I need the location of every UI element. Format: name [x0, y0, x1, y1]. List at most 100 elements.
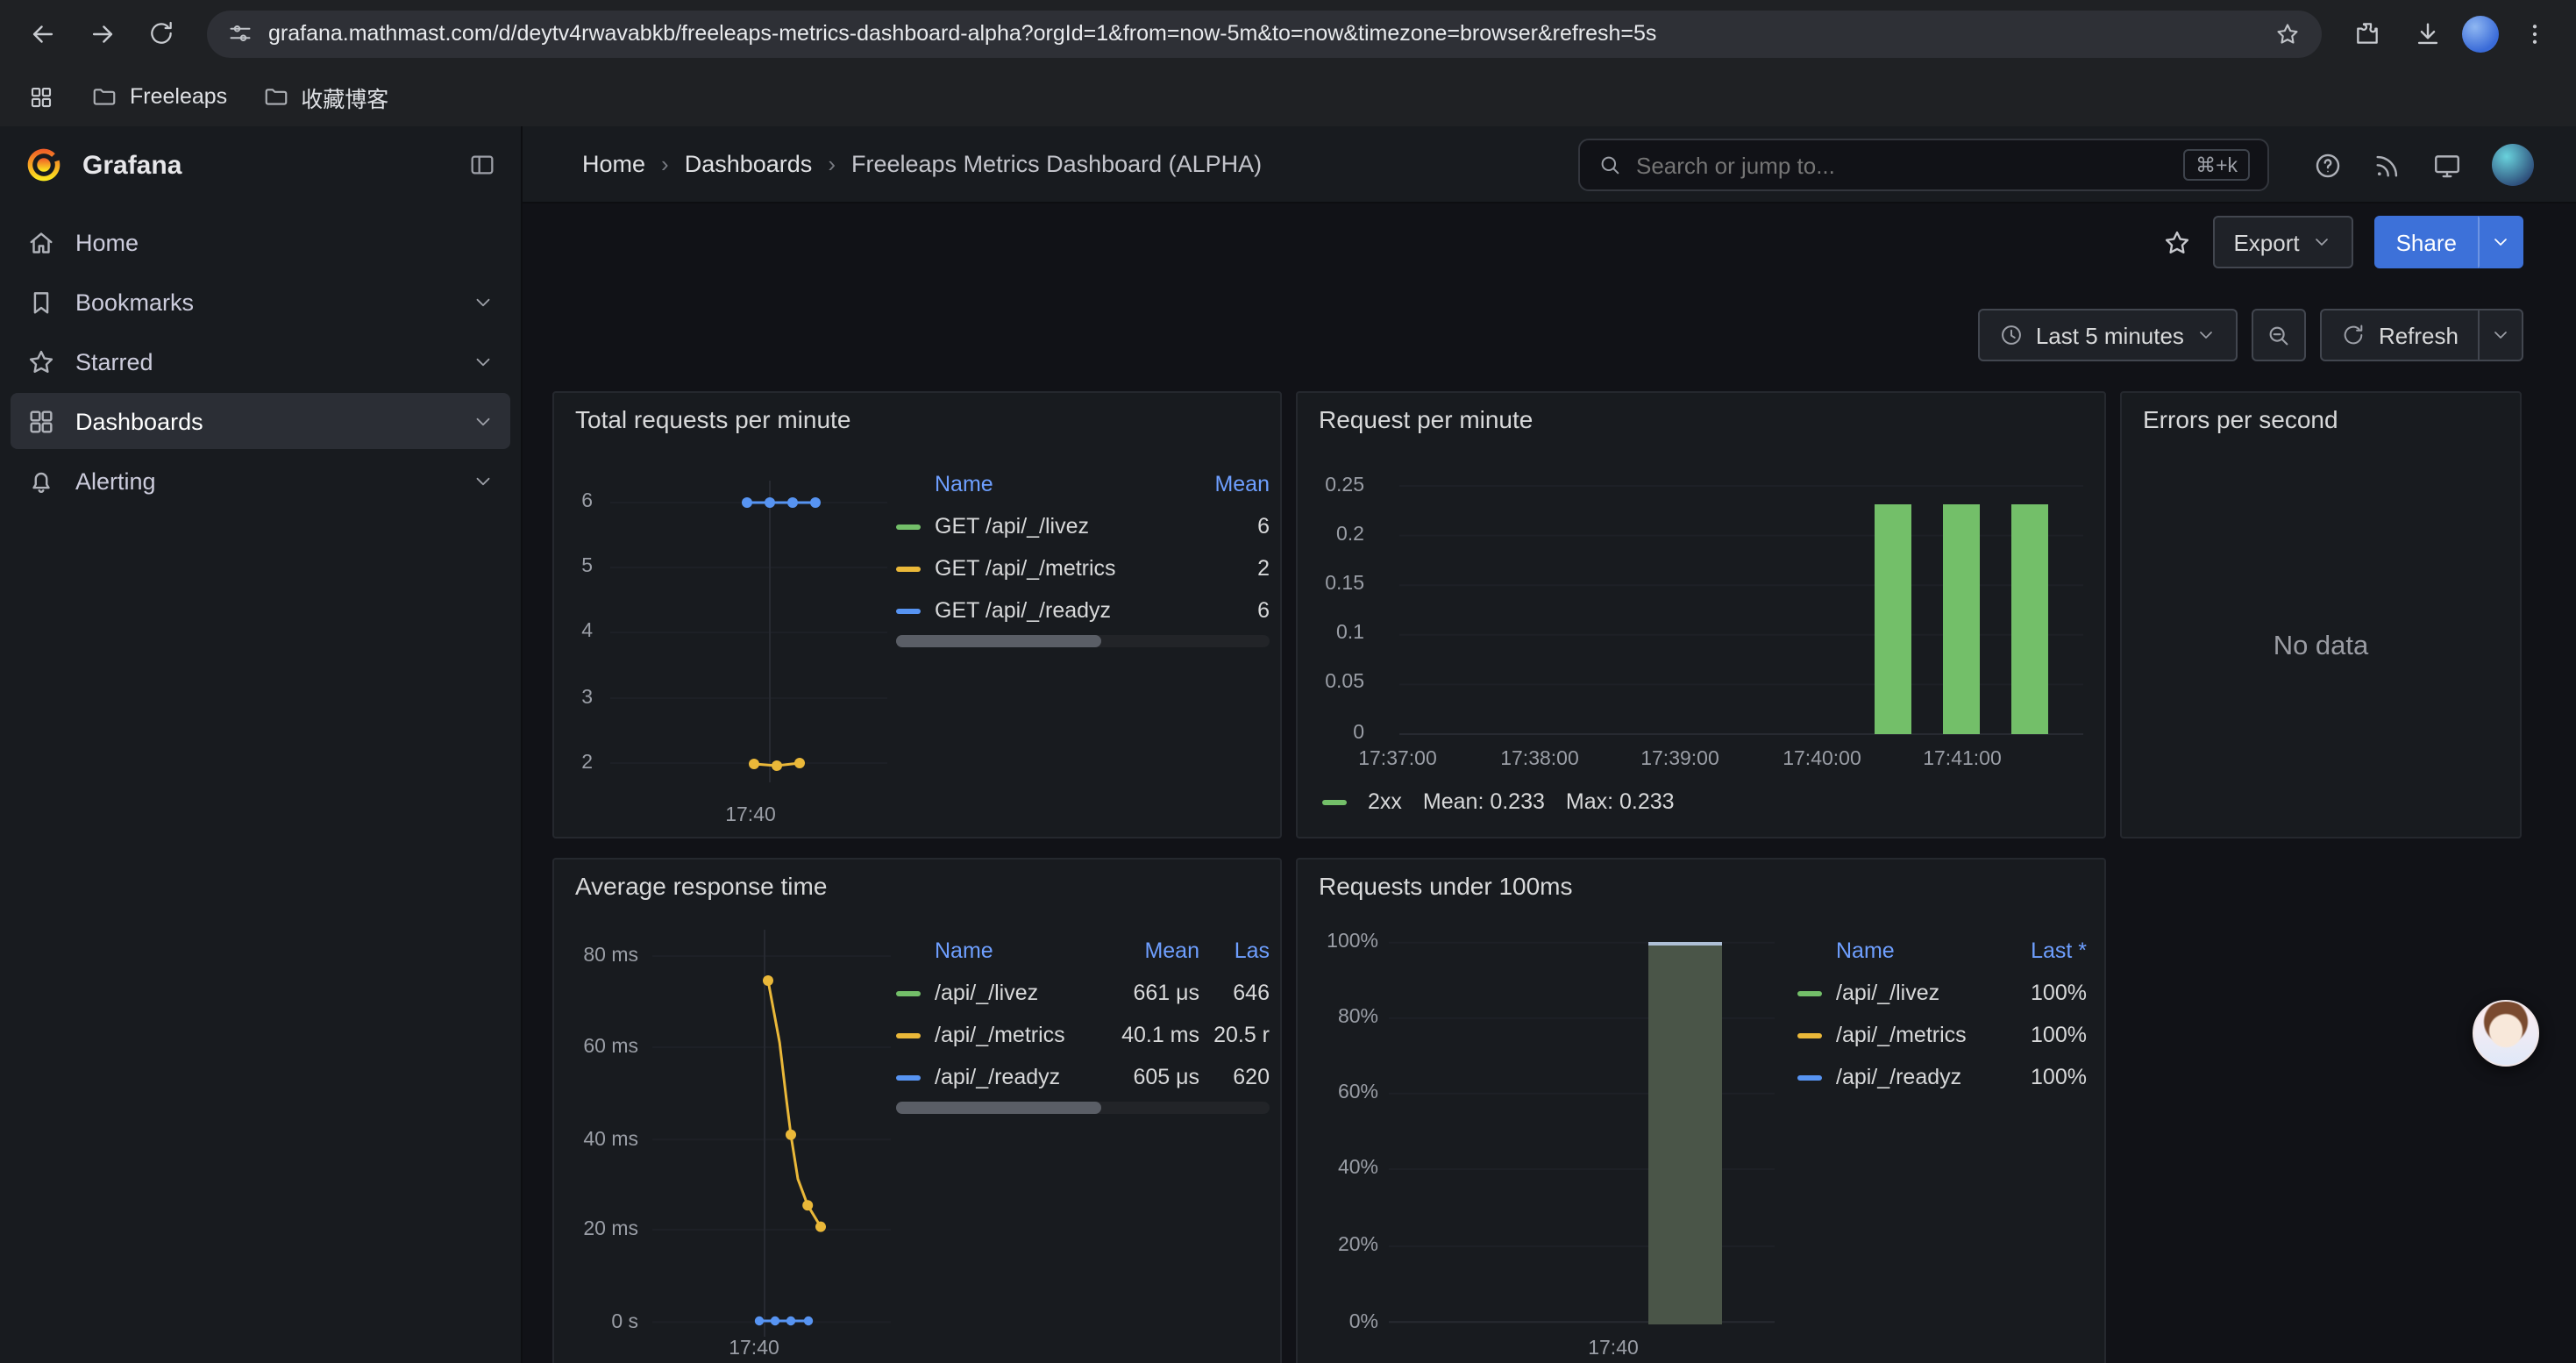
zoom-out-button[interactable] — [2252, 309, 2307, 361]
monitor-icon[interactable] — [2432, 150, 2462, 180]
series-name[interactable]: GET /api/_/livez — [935, 514, 1178, 539]
x-tick: 17:40 — [1561, 1335, 1666, 1363]
panel-title[interactable]: Average response time — [575, 872, 827, 900]
series-color-dash — [896, 566, 921, 571]
sidebar-toggle-icon[interactable] — [468, 151, 496, 179]
search-shortcut-badge: ⌘+k — [2183, 149, 2250, 181]
sidebar-item-alerting[interactable]: Alerting — [11, 453, 510, 509]
series-name[interactable]: GET /api/_/metrics — [935, 556, 1178, 581]
y-tick: 0.05 — [1305, 668, 1364, 696]
site-info-icon[interactable] — [228, 21, 253, 46]
grafana-header: Home › Dashboards › Freeleaps Metrics Da… — [523, 126, 2576, 203]
series-name[interactable]: 2xx — [1368, 789, 1402, 814]
legend-col-name[interactable]: Name — [896, 938, 1108, 963]
extensions-icon[interactable] — [2343, 9, 2392, 58]
assistant-avatar[interactable] — [2473, 1000, 2539, 1067]
y-tick: 20% — [1308, 1231, 1378, 1260]
apps-grid-icon[interactable] — [25, 72, 56, 121]
downloads-icon[interactable] — [2402, 9, 2451, 58]
y-tick: 40% — [1308, 1154, 1378, 1182]
legend-scrollbar[interactable] — [896, 1102, 1270, 1114]
bookmark-folder-blogs[interactable]: 收藏博客 — [262, 80, 388, 113]
scrollbar-thumb[interactable] — [896, 635, 1101, 647]
series-name[interactable]: /api/_/livez — [935, 981, 1108, 1005]
refresh-button[interactable]: Refresh — [2321, 309, 2480, 361]
legend-row: /api/_/readyz 605 μs 620 — [896, 1056, 1270, 1098]
legend-header: Name Mean Las — [896, 930, 1270, 972]
legend-col-last[interactable]: Las — [1199, 938, 1270, 963]
legend-col-last[interactable]: Last * — [1996, 938, 2087, 963]
share-button[interactable]: Share — [2375, 216, 2478, 268]
browser-profile-avatar[interactable] — [2462, 15, 2499, 52]
series-name[interactable]: GET /api/_/readyz — [935, 598, 1178, 623]
y-tick: 100% — [1308, 928, 1378, 956]
screen: Freeleaps 收藏博客 — [0, 0, 2576, 1363]
series-last: 646 — [1199, 981, 1270, 1005]
help-icon[interactable] — [2313, 150, 2343, 180]
y-tick: 0.15 — [1305, 570, 1364, 598]
browser-menu-icon[interactable] — [2509, 9, 2558, 58]
bookmark-folder-freeleaps[interactable]: Freeleaps — [91, 83, 227, 110]
no-data-message: No data — [2122, 632, 2520, 663]
favorite-star-icon[interactable] — [2161, 227, 2191, 257]
share-menu-button[interactable] — [2478, 216, 2523, 268]
legend-scrollbar[interactable] — [896, 635, 1270, 647]
legend-col-mean[interactable]: Mean — [1178, 472, 1270, 496]
time-range-button[interactable]: Last 5 minutes — [1978, 309, 2238, 361]
breadcrumb-dashboards[interactable]: Dashboards — [685, 151, 813, 177]
panel-title[interactable]: Errors per second — [2143, 405, 2338, 433]
reload-button[interactable] — [137, 9, 186, 58]
series-name[interactable]: /api/_/metrics — [1836, 1023, 1996, 1047]
panel-title[interactable]: Request per minute — [1319, 405, 1533, 433]
series-name[interactable]: /api/_/metrics — [935, 1023, 1108, 1047]
dashboard-actions: Export Share — [2161, 203, 2523, 281]
series-color-dash — [896, 990, 921, 995]
url-bar[interactable] — [207, 10, 2322, 57]
grafana-sidebar: Grafana Home Bookmarks — [0, 126, 523, 1363]
breadcrumb-home[interactable]: Home — [582, 151, 645, 177]
series-last: 620 — [1199, 1065, 1270, 1089]
legend-row: GET /api/_/livez 6 — [896, 505, 1270, 547]
brand-name: Grafana — [82, 150, 181, 180]
search-input[interactable] — [1636, 152, 2169, 178]
bookmark-star-icon[interactable] — [2274, 20, 2301, 46]
line-chart — [610, 481, 887, 782]
y-tick: 0.1 — [1305, 619, 1364, 647]
sidebar-item-starred[interactable]: Starred — [11, 333, 510, 389]
user-avatar[interactable] — [2492, 144, 2534, 186]
export-button[interactable]: Export — [2212, 216, 2353, 268]
breadcrumb: Home › Dashboards › Freeleaps Metrics Da… — [582, 151, 1262, 177]
panel-average-response-time: Average response time 80 ms 60 ms 40 ms … — [552, 858, 1282, 1363]
refresh-interval-button[interactable] — [2480, 309, 2523, 361]
series-name[interactable]: /api/_/livez — [1836, 981, 1996, 1005]
chevron-down-icon — [2196, 325, 2217, 346]
main-area: Home › Dashboards › Freeleaps Metrics Da… — [523, 126, 2576, 1363]
legend-col-name[interactable]: Name — [896, 472, 1178, 496]
panel-title[interactable]: Total requests per minute — [575, 405, 850, 433]
sidebar-item-bookmarks[interactable]: Bookmarks — [11, 274, 510, 330]
series-last: 100% — [1996, 1023, 2087, 1047]
legend-col-name[interactable]: Name — [1797, 938, 1996, 963]
legend-col-mean[interactable]: Mean — [1108, 938, 1199, 963]
news-rss-icon[interactable] — [2373, 150, 2402, 180]
series-name[interactable]: /api/_/readyz — [1836, 1065, 1996, 1089]
url-input[interactable] — [268, 21, 2259, 46]
legend-row: GET /api/_/metrics 2 — [896, 547, 1270, 589]
back-button[interactable] — [18, 9, 67, 58]
search-bar[interactable]: ⌘+k — [1578, 139, 2269, 191]
legend-row: /api/_/metrics 100% — [1797, 1014, 2087, 1056]
scrollbar-thumb[interactable] — [896, 1102, 1101, 1114]
legend-row: /api/_/livez 100% — [1797, 972, 2087, 1014]
chevron-down-icon — [472, 290, 495, 313]
y-tick: 6 — [558, 488, 593, 516]
forward-button[interactable] — [77, 9, 126, 58]
breadcrumb-separator: › — [828, 151, 836, 177]
series-name[interactable]: /api/_/readyz — [935, 1065, 1108, 1089]
sidebar-item-home[interactable]: Home — [11, 214, 510, 270]
grafana-logo[interactable] — [25, 146, 63, 184]
chevron-down-icon — [2490, 232, 2511, 253]
sidebar-item-dashboards[interactable]: Dashboards — [11, 393, 510, 449]
panel-title[interactable]: Requests under 100ms — [1319, 872, 1573, 900]
legend-row: /api/_/metrics 40.1 ms 20.5 r — [896, 1014, 1270, 1056]
y-tick: 4 — [558, 617, 593, 646]
